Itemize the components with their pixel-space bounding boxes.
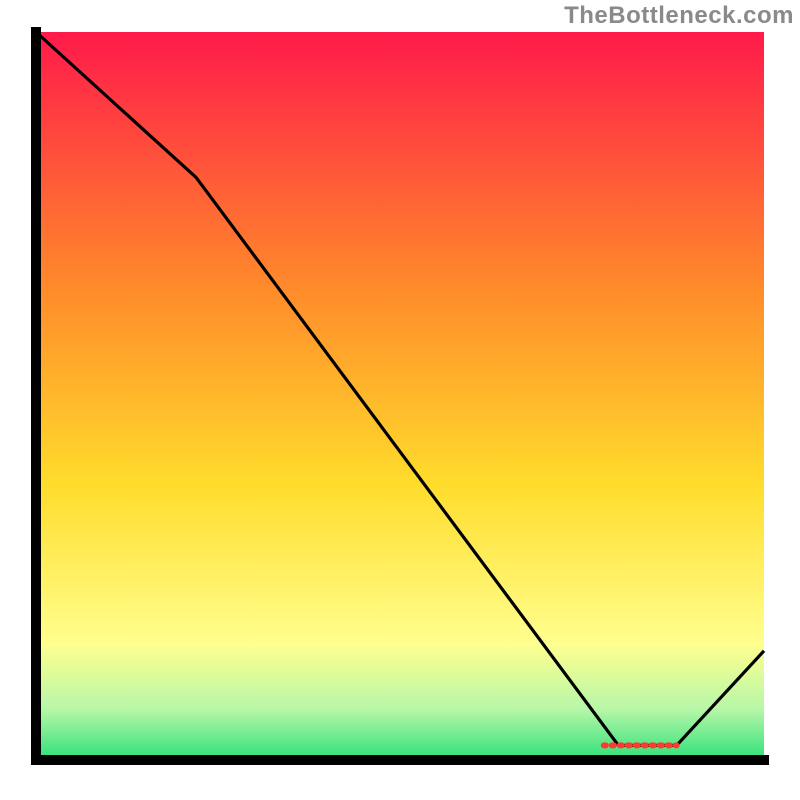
plot-gradient-bg [36, 32, 764, 760]
attribution-text: TheBottleneck.com [564, 2, 794, 30]
bottleneck-chart [0, 0, 800, 800]
